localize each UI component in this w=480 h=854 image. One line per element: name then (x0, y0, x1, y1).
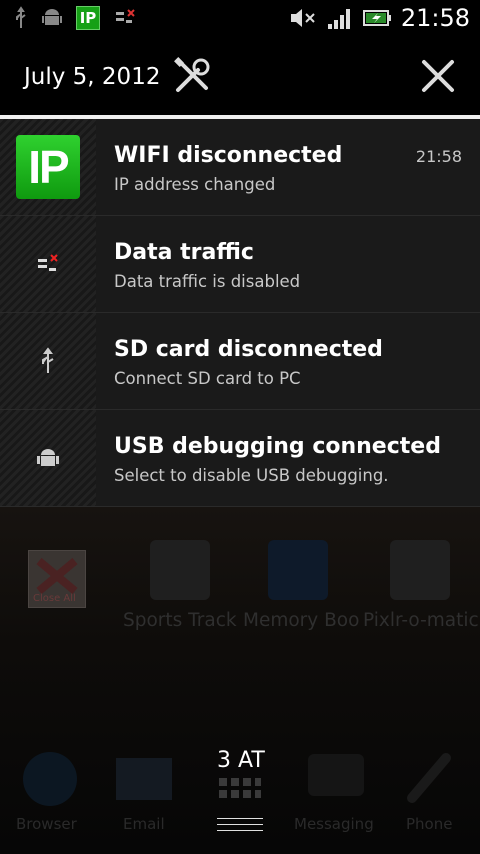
dock-label-phone: Phone (406, 815, 453, 833)
notification-icon-cell (0, 313, 96, 409)
ip-icon: IP (16, 135, 80, 199)
email-icon[interactable] (112, 748, 176, 810)
close-icon[interactable] (418, 56, 458, 96)
recent-app-label: Memory Boo (243, 610, 360, 631)
status-bar-right-icons: 21:58 (289, 4, 470, 32)
notification-icon-cell: IP (0, 119, 96, 215)
recent-app-memory-boo[interactable] (268, 540, 328, 600)
ip-icon-label: IP (28, 141, 69, 193)
browser-icon[interactable] (18, 748, 82, 810)
status-bar-time: 21:58 (400, 4, 470, 32)
notification-item-usb-debugging[interactable]: USB debugging connected Select to disabl… (0, 410, 480, 507)
notification-time: 21:58 (415, 147, 462, 166)
notification-subtitle: Data traffic is disabled (114, 272, 301, 291)
notification-title: Data traffic (114, 240, 254, 265)
close-all-label: Close All (33, 593, 76, 604)
dock-label-browser: Browser (16, 815, 77, 833)
phone-icon[interactable] (398, 748, 462, 810)
usb-icon (16, 6, 26, 28)
ip-icon: IP (76, 6, 100, 30)
notification-title: USB debugging connected (114, 434, 441, 459)
menu-lines-icon[interactable] (217, 818, 263, 836)
recent-app-pixlr[interactable] (390, 540, 450, 600)
notification-subtitle: IP address changed (114, 175, 276, 194)
notification-list: IP WIFI disconnected IP address changed … (0, 119, 480, 507)
open-tabs-count[interactable]: 3 AT (217, 748, 265, 773)
header-date: July 5, 2012 (24, 64, 161, 90)
data-traffic-icon (116, 9, 135, 23)
settings-tools-icon[interactable] (172, 56, 212, 96)
notification-item-sd-card[interactable]: SD card disconnected Connect SD card to … (0, 313, 480, 410)
android-debug-icon (42, 9, 62, 25)
status-bar-left-icons: IP (14, 6, 136, 30)
dock-label-email: Email (123, 815, 165, 833)
notification-icon-cell (0, 410, 96, 506)
notification-title: WIFI disconnected (114, 143, 343, 168)
all-apps-grid-icon[interactable] (217, 776, 263, 800)
status-bar[interactable]: IP 21:58 (0, 0, 480, 40)
dock-label-messaging: Messaging (294, 815, 374, 833)
ip-icon-label: IP (79, 9, 97, 27)
notification-subtitle: Connect SD card to PC (114, 369, 301, 388)
data-traffic-icon (38, 254, 58, 271)
notification-item-wifi[interactable]: IP WIFI disconnected IP address changed … (0, 119, 480, 216)
usb-icon (42, 347, 54, 373)
recent-app-sports-track[interactable] (150, 540, 210, 600)
notification-header: July 5, 2012 (0, 40, 480, 115)
battery-charging-icon (362, 10, 391, 26)
signal-icon (327, 9, 350, 29)
messaging-icon[interactable] (304, 748, 368, 810)
notification-icon-cell (0, 216, 96, 312)
android-debug-icon (37, 449, 59, 466)
notification-subtitle: Select to disable USB debugging. (114, 466, 389, 485)
recent-app-label: Sports Track (123, 610, 237, 631)
recent-app-label: Pixlr-o-matic (363, 610, 479, 631)
notification-item-data-traffic[interactable]: Data traffic Data traffic is disabled (0, 216, 480, 313)
notification-title: SD card disconnected (114, 337, 383, 362)
mute-icon (290, 9, 315, 27)
